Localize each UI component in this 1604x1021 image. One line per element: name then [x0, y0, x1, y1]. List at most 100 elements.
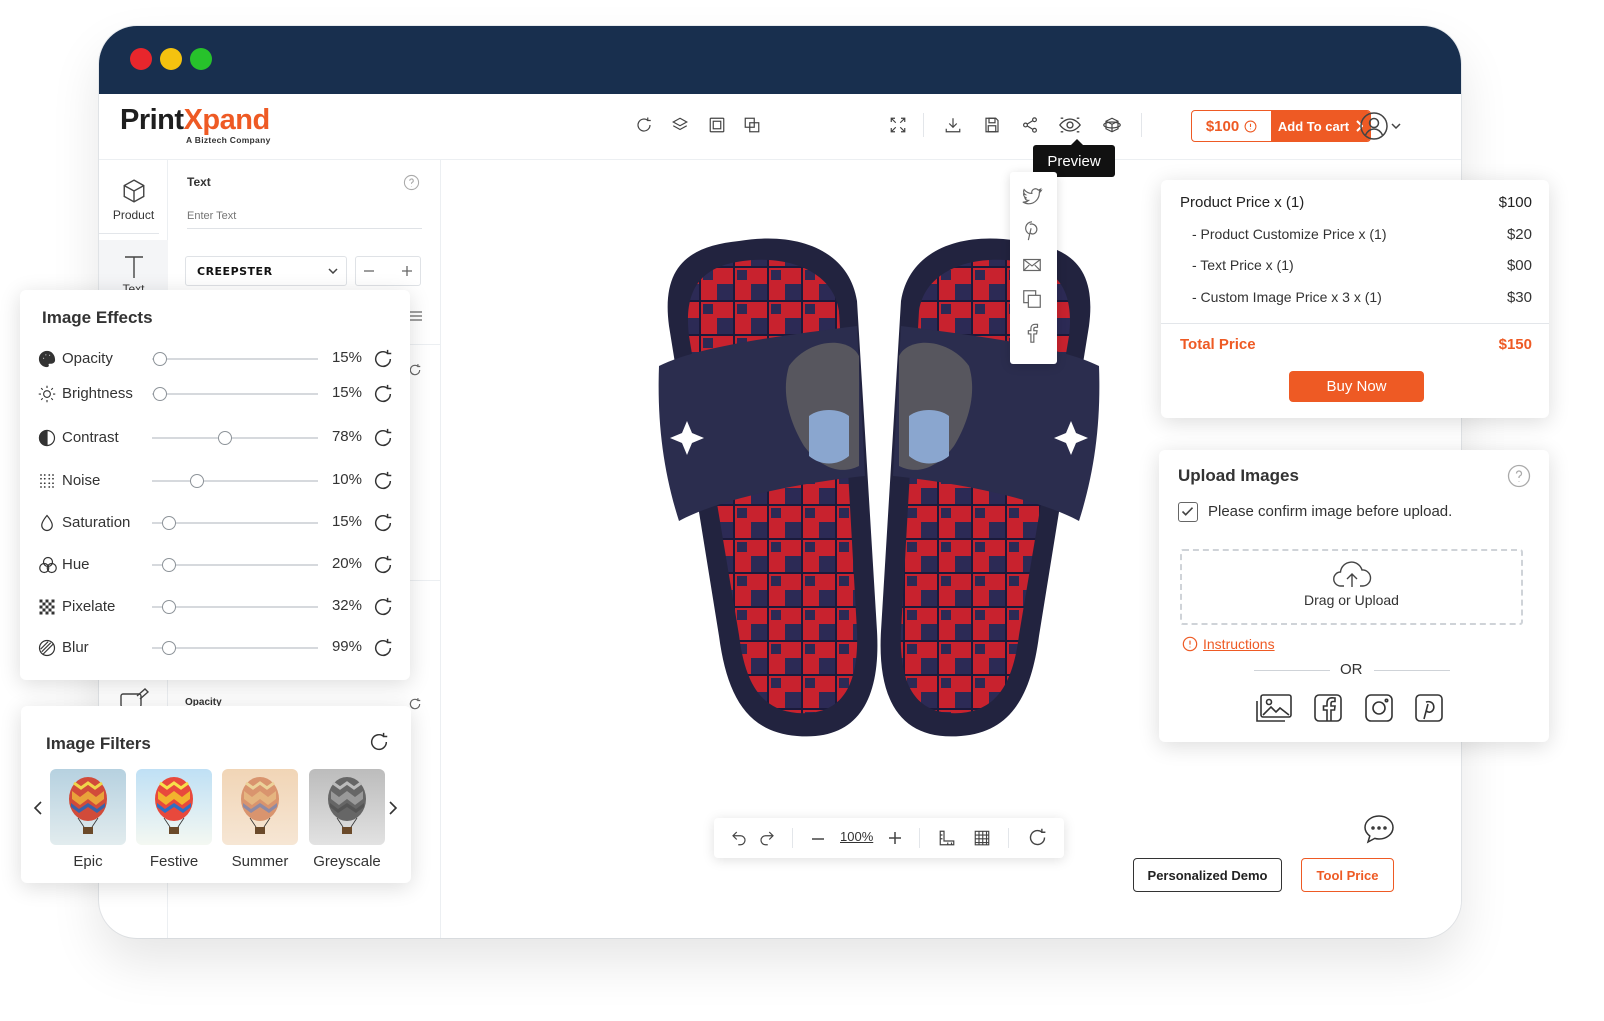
ruler-icon[interactable]	[938, 829, 956, 847]
close-window-button[interactable]	[130, 48, 152, 70]
minus-icon[interactable]	[364, 266, 374, 276]
mail-icon[interactable]	[1021, 254, 1045, 278]
price-display[interactable]: $100	[1192, 111, 1271, 141]
reset-icon[interactable]	[372, 554, 394, 576]
contrast-slider-handle[interactable]	[218, 431, 233, 445]
layer-front-icon[interactable]	[705, 113, 729, 137]
blur-slider-track[interactable]	[152, 647, 318, 649]
filter-option-festive[interactable]: Festive	[136, 769, 212, 870]
help-icon[interactable]	[1507, 464, 1531, 488]
save-icon[interactable]	[980, 113, 1004, 137]
personalized-demo-button[interactable]: Personalized Demo	[1133, 858, 1282, 892]
filter-option-epic[interactable]: Epic	[50, 769, 126, 870]
share-menu	[1010, 172, 1057, 364]
chat-icon[interactable]	[1363, 814, 1395, 844]
top-toolbar: PrintXpand A Biztech Company $100 Add To…	[99, 94, 1461, 160]
buy-now-button[interactable]: Buy Now	[1289, 371, 1424, 402]
text-price-value: $00	[1506, 257, 1532, 274]
contrast-slider-track[interactable]	[152, 437, 318, 439]
upload-dropzone[interactable]: Drag or Upload	[1180, 549, 1523, 625]
reset-icon[interactable]	[372, 637, 394, 659]
zoom-in-icon[interactable]	[888, 831, 902, 845]
opacity-slider-track[interactable]	[152, 358, 318, 360]
pixelate-slider-handle[interactable]	[161, 600, 176, 614]
filter-option-summer[interactable]: Summer	[222, 769, 298, 870]
undo-icon[interactable]	[730, 829, 748, 847]
toolbar-divider	[1141, 113, 1142, 137]
3d-view-icon[interactable]	[1100, 113, 1124, 137]
pinterest-icon[interactable]	[1414, 693, 1444, 723]
effect-label: Saturation	[62, 514, 131, 531]
noise-slider-track[interactable]	[152, 480, 318, 482]
copy-icon[interactable]	[1021, 288, 1045, 312]
pinterest-icon[interactable]	[1021, 220, 1045, 244]
preview-icon[interactable]	[1058, 113, 1082, 137]
blur-slider-handle[interactable]	[161, 641, 176, 655]
font-size-stepper[interactable]	[355, 256, 421, 286]
user-menu[interactable]	[1360, 110, 1401, 142]
text-input[interactable]	[187, 203, 422, 229]
reset-icon[interactable]	[372, 348, 394, 370]
gallery-icon[interactable]	[1255, 693, 1293, 723]
reset-icon[interactable]	[372, 383, 394, 405]
check-icon	[1181, 507, 1194, 516]
confirm-checkbox[interactable]	[1178, 502, 1198, 522]
reset-filters-icon[interactable]	[368, 731, 390, 753]
zoom-out-icon[interactable]	[811, 832, 825, 846]
hue-slider-handle[interactable]	[161, 558, 176, 572]
share-icon[interactable]	[1018, 113, 1042, 137]
instagram-icon[interactable]	[1364, 693, 1394, 723]
facebook-icon[interactable]	[1021, 322, 1045, 346]
chevron-down-icon	[328, 268, 338, 274]
grid-icon[interactable]	[973, 829, 991, 847]
or-divider-right	[1374, 670, 1450, 671]
effect-row-opacity: Opacity 15%	[20, 344, 410, 374]
minimize-window-button[interactable]	[160, 48, 182, 70]
chevron-left-icon[interactable]	[33, 800, 43, 816]
add-to-cart-button[interactable]: Add To cart	[1271, 111, 1370, 141]
layers-icon[interactable]	[668, 113, 692, 137]
download-icon[interactable]	[941, 113, 965, 137]
filter-label: Summer	[231, 853, 289, 870]
brightness-slider-track[interactable]	[152, 393, 318, 395]
reset-icon[interactable]	[408, 363, 422, 377]
saturation-slider-handle[interactable]	[161, 516, 176, 530]
sidebar-item-text[interactable]: Text	[99, 240, 168, 296]
help-icon[interactable]	[403, 174, 420, 191]
reset-icon[interactable]	[372, 427, 394, 449]
duplicate-icon[interactable]	[740, 113, 764, 137]
reset-icon[interactable]	[372, 512, 394, 534]
align-icon[interactable]	[410, 310, 422, 322]
logo[interactable]: PrintXpand A Biztech Company	[120, 103, 271, 145]
plus-icon[interactable]	[402, 266, 412, 276]
sidebar-item-label: Product	[112, 208, 155, 222]
sidebar-item-product[interactable]: Product	[99, 178, 168, 222]
saturation-slider-track[interactable]	[152, 522, 318, 524]
brightness-slider-handle[interactable]	[153, 387, 168, 401]
facebook-icon[interactable]	[1313, 693, 1343, 723]
effect-value: 20%	[331, 555, 362, 572]
redo-icon[interactable]	[758, 829, 776, 847]
maximize-window-button[interactable]	[190, 48, 212, 70]
instructions-link[interactable]: Instructions	[1182, 636, 1275, 652]
fullscreen-icon[interactable]	[886, 113, 910, 137]
cube-icon	[99, 178, 168, 204]
reset-icon[interactable]	[372, 470, 394, 492]
reset-view-icon[interactable]	[1027, 827, 1048, 848]
zoom-level[interactable]: 100%	[840, 829, 873, 844]
image-filters-card: Image Filters Epic Festive Summer Greyscale	[21, 706, 411, 883]
opacity-slider-handle[interactable]	[153, 352, 168, 366]
sidebar-item-image[interactable]	[99, 688, 168, 708]
chevron-right-icon[interactable]	[388, 800, 398, 816]
refresh-icon[interactable]	[632, 113, 656, 137]
noise-slider-handle[interactable]	[189, 474, 204, 488]
hue-slider-track[interactable]	[152, 564, 318, 566]
tool-price-button[interactable]: Tool Price	[1301, 858, 1394, 892]
product-price-label: Product Price x (1)	[1180, 194, 1305, 211]
contrast-icon	[38, 429, 56, 447]
twitter-icon[interactable]	[1021, 186, 1045, 210]
pixelate-slider-track[interactable]	[152, 606, 318, 608]
reset-icon[interactable]	[372, 596, 394, 618]
font-select[interactable]: CREEPSTER	[185, 256, 347, 286]
filter-option-greyscale[interactable]: Greyscale	[309, 769, 385, 870]
